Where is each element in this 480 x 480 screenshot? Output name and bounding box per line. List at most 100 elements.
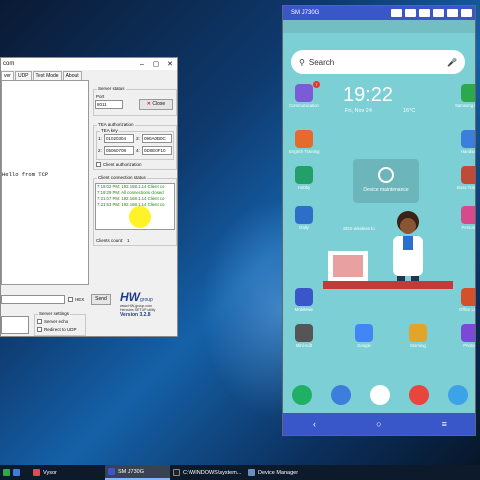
app-label: Hobby bbox=[297, 185, 311, 190]
notification-badge: 7 bbox=[313, 81, 320, 88]
close-icon[interactable]: ✕ bbox=[163, 60, 177, 68]
taskbar-label: C:\WINDOWS\system... bbox=[183, 469, 242, 476]
mic-icon[interactable]: 🎤 bbox=[447, 58, 457, 67]
tea-key-3-label: 3: bbox=[136, 136, 140, 141]
app-label: Handsets bbox=[460, 149, 476, 154]
app-folder[interactable]: Photos bbox=[455, 324, 475, 348]
app-folder-icon: 7 bbox=[295, 81, 320, 102]
vysor-icon bbox=[33, 469, 40, 476]
search-bar[interactable]: ⚲ Search 🎤 bbox=[291, 50, 465, 74]
tea-key-1-input[interactable]: 01020304 bbox=[104, 134, 134, 143]
tea-key-4-input[interactable]: 0D0E0F10 bbox=[142, 146, 172, 155]
messages-icon[interactable] bbox=[331, 385, 352, 405]
app-label: MobiMain bbox=[294, 307, 314, 312]
app-folder-icon bbox=[461, 130, 475, 148]
home-icon[interactable]: ○ bbox=[376, 419, 381, 429]
search-icon: ⚲ bbox=[299, 57, 305, 67]
app-folder[interactable]: Morning bbox=[403, 324, 433, 348]
hex-checkbox[interactable]: HEX bbox=[68, 297, 84, 302]
server-echo-label: Server echo bbox=[44, 319, 69, 324]
hw-group-logo: HWgroup www.HW-group.com Hercules SETUP … bbox=[120, 290, 176, 334]
port-input[interactable]: 8011 bbox=[95, 100, 123, 109]
app-folder[interactable]: MobiMain bbox=[289, 288, 319, 312]
toolbar-icon[interactable] bbox=[433, 9, 444, 17]
camera-icon[interactable] bbox=[447, 385, 468, 405]
taskbar-item-device-manager[interactable]: Device Manager bbox=[245, 465, 320, 480]
app-icon bbox=[3, 469, 10, 476]
minimize-icon[interactable]: – bbox=[135, 61, 149, 68]
tea-key-2-label: 2: bbox=[98, 148, 102, 153]
app-label: Daily bbox=[299, 225, 309, 230]
phone-status-bar bbox=[283, 20, 475, 33]
app-folder-icon bbox=[461, 206, 475, 224]
phone-nav-bar: ‹ ○ ≡ bbox=[283, 413, 475, 435]
server-echo-checkbox[interactable]: Server echo bbox=[37, 319, 68, 324]
app-folder-icon bbox=[461, 324, 475, 342]
server-settings-group: Server settings bbox=[34, 311, 86, 336]
phone-titlebar[interactable]: SM J730G bbox=[283, 6, 475, 20]
close-x-icon: ✕ bbox=[146, 101, 151, 107]
apps-drawer-icon[interactable] bbox=[369, 385, 390, 405]
send-button[interactable]: Send bbox=[91, 294, 111, 305]
app-folder-icon bbox=[409, 324, 427, 342]
device-maintenance-widget[interactable]: Device maintenance bbox=[353, 159, 419, 203]
phone-window-title: SM J730G bbox=[291, 10, 320, 16]
send-history-field[interactable] bbox=[1, 316, 29, 334]
logo-group: group bbox=[140, 297, 153, 303]
app-folder-icon bbox=[461, 288, 475, 306]
app-folder-icon bbox=[295, 288, 313, 306]
app-folder[interactable]: 7 Communication bbox=[289, 81, 320, 108]
clock-time: 19:22 bbox=[343, 84, 394, 106]
chrome-icon[interactable] bbox=[408, 385, 429, 405]
redirect-udp-label: Redirect to UDP bbox=[44, 327, 77, 332]
app-folder[interactable]: Daily bbox=[289, 206, 319, 230]
app-folder[interactable]: Handsets bbox=[455, 130, 476, 154]
app-folder[interactable]: English Training bbox=[289, 130, 320, 154]
toolbar-icon[interactable] bbox=[405, 9, 416, 17]
maintenance-icon bbox=[378, 167, 394, 183]
menu-icon[interactable]: ≡ bbox=[442, 419, 447, 429]
app-label: Google bbox=[357, 343, 371, 348]
app-folder[interactable]: Hobby bbox=[289, 166, 319, 190]
close-window-icon[interactable] bbox=[461, 9, 472, 17]
app-folder[interactable]: Personal bbox=[455, 206, 475, 230]
redirect-udp-checkbox[interactable]: Redirect to UDP bbox=[37, 327, 77, 332]
client-authorization-checkbox[interactable]: Client authorization bbox=[96, 162, 142, 167]
app-folder[interactable]: Google bbox=[349, 324, 379, 348]
hercules-title: com bbox=[3, 61, 15, 67]
toolbar-icon[interactable] bbox=[419, 9, 430, 17]
toolbar-icon[interactable] bbox=[391, 9, 402, 17]
hex-label: HEX bbox=[75, 297, 85, 302]
taskbar-label: SM J730G bbox=[118, 468, 144, 475]
taskbar-item-phone[interactable]: SM J730G bbox=[105, 465, 170, 480]
received-line: Hello from TCP bbox=[2, 171, 49, 178]
app-folder-icon bbox=[355, 324, 373, 342]
app-folder-icon bbox=[461, 84, 475, 102]
tea-key-3-input[interactable]: 090A0B0C bbox=[142, 134, 172, 143]
app-folder[interactable]: Boss Training bbox=[455, 166, 475, 190]
app-folder[interactable]: Mini-soft bbox=[289, 324, 319, 348]
app-folder[interactable]: Office Lens bbox=[455, 288, 475, 312]
phone-app-icon bbox=[108, 468, 115, 475]
checkbox-box bbox=[96, 162, 101, 167]
desk-illustration bbox=[323, 251, 453, 289]
maximize-icon[interactable]: ▢ bbox=[149, 60, 163, 68]
app-folder-icon bbox=[295, 324, 313, 342]
app-folder-icon bbox=[295, 130, 313, 148]
send-input[interactable] bbox=[1, 295, 65, 304]
taskbar-item-vysor[interactable]: Vysor bbox=[30, 465, 105, 480]
taskbar-item-cmd[interactable]: C:\WINDOWS\system... bbox=[170, 465, 245, 480]
toolbar-icon[interactable] bbox=[447, 9, 458, 17]
app-folder-icon bbox=[295, 166, 313, 184]
phone-icon[interactable] bbox=[292, 385, 313, 405]
server-echo-box bbox=[37, 319, 42, 324]
clients-count-value: 1 bbox=[127, 238, 130, 243]
tea-key-2-input[interactable]: 05060708 bbox=[104, 146, 134, 155]
close-button[interactable]: ✕ Close bbox=[139, 99, 173, 110]
app-folder[interactable]: Samsung Health bbox=[455, 84, 475, 108]
back-icon[interactable]: ‹ bbox=[313, 419, 316, 429]
tea-key-1-label: 1: bbox=[98, 136, 102, 141]
hercules-titlebar[interactable]: com – ▢ ✕ bbox=[1, 58, 177, 70]
taskbar-start-area[interactable] bbox=[0, 465, 30, 480]
received-data-area[interactable]: Hello from TCP bbox=[1, 80, 89, 285]
